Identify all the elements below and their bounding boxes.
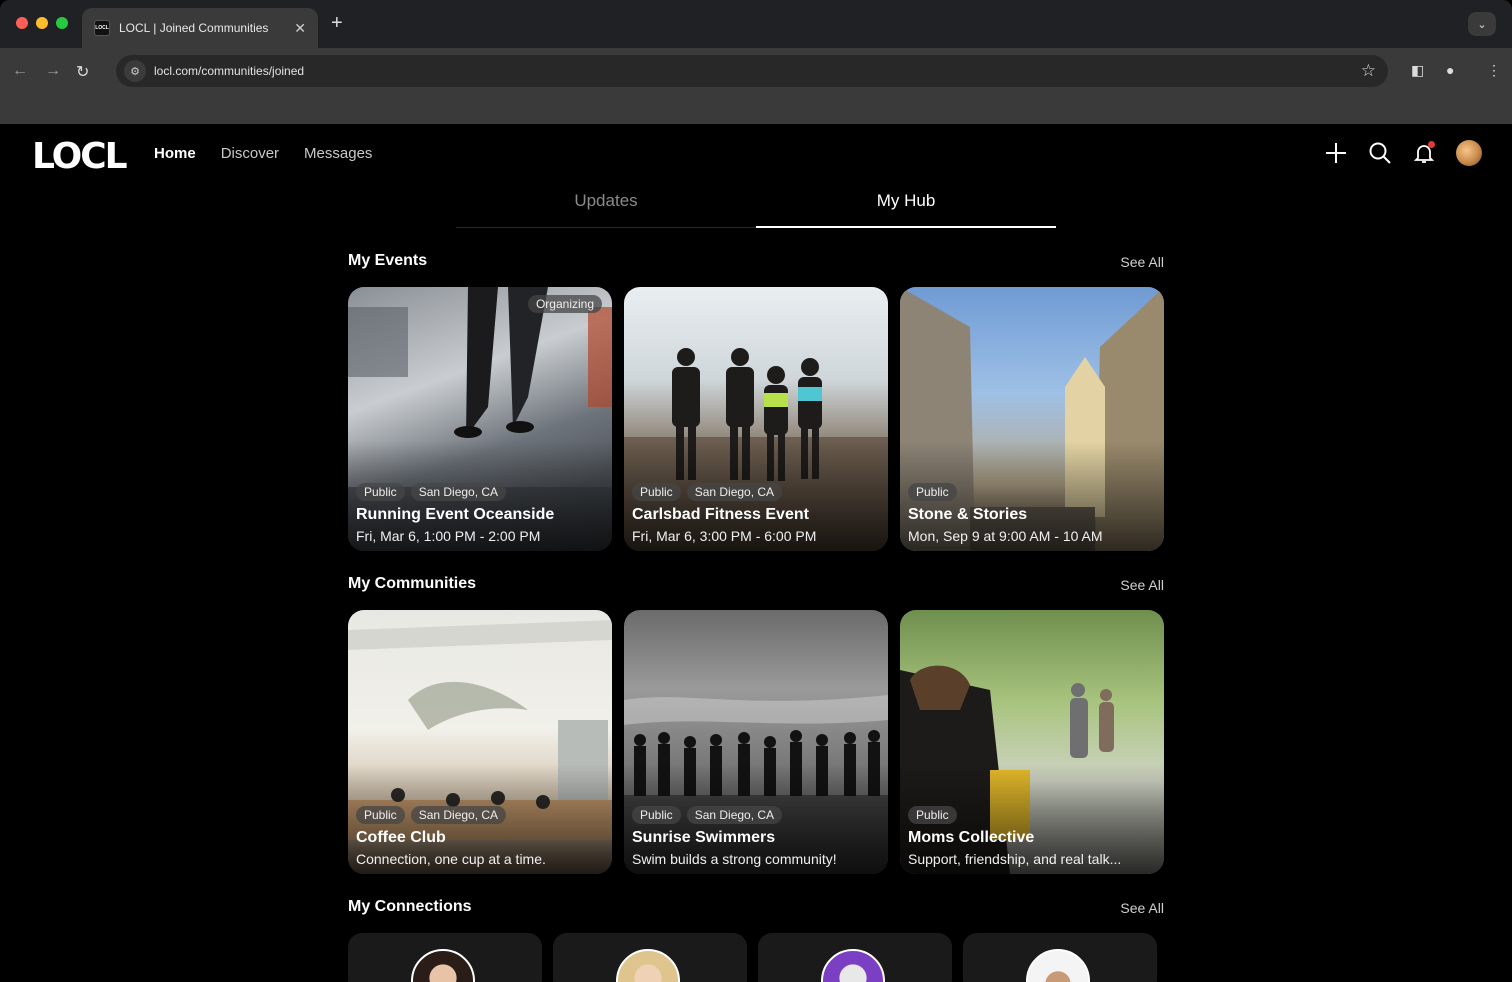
community-card[interactable]: Public Moms Collective Support, friendsh… xyxy=(900,610,1164,874)
favicon: LOCL xyxy=(94,20,110,36)
card-badges: Public San Diego, CA xyxy=(356,806,507,824)
main-nav: Home Discover Messages xyxy=(154,145,372,162)
organizing-badge: Organizing xyxy=(527,295,602,313)
site-settings-icon[interactable]: ⚙ xyxy=(124,60,146,82)
profile-icon[interactable]: ● xyxy=(1446,62,1454,78)
logo[interactable]: LOCL xyxy=(32,136,128,177)
connection-avatar xyxy=(1026,949,1090,982)
notification-dot xyxy=(1428,141,1435,148)
reload-icon[interactable]: ↻ xyxy=(76,62,89,82)
connections-section-title: My Connections xyxy=(348,898,472,915)
window-controls xyxy=(16,17,68,29)
connection-card[interactable] xyxy=(758,933,952,982)
close-window-button[interactable] xyxy=(16,17,28,29)
tab-strip: LOCL LOCL | Joined Communities ✕ + ⌄ xyxy=(0,0,1512,48)
location-badge: San Diego, CA xyxy=(410,806,507,824)
card-subtitle: Mon, Sep 9 at 9:00 AM - 10 AM xyxy=(908,528,1103,544)
tab-my-hub[interactable]: My Hub xyxy=(756,191,1056,211)
card-subtitle: Support, friendship, and real talk... xyxy=(908,851,1122,867)
browser-tab[interactable]: LOCL LOCL | Joined Communities ✕ xyxy=(82,8,318,48)
card-title: Stone & Stories xyxy=(908,506,1028,523)
new-tab-button[interactable]: + xyxy=(331,12,343,34)
card-badges: Public xyxy=(908,483,957,501)
card-badges: Public San Diego, CA xyxy=(356,483,507,501)
card-subtitle: Fri, Mar 6, 3:00 PM - 6:00 PM xyxy=(632,528,817,544)
forward-icon[interactable]: → xyxy=(45,62,61,80)
card-title: Sunrise Swimmers xyxy=(632,829,776,846)
address-bar[interactable]: ⚙ locl.com/communities/joined ☆ xyxy=(116,55,1388,87)
app-root: LOCL Home Discover Messages Updates My H… xyxy=(0,124,1512,982)
back-icon[interactable]: ← xyxy=(12,62,28,80)
card-subtitle: Connection, one cup at a time. xyxy=(356,851,546,867)
connection-card[interactable] xyxy=(963,933,1157,982)
hub-tabs: Updates My Hub xyxy=(456,182,1056,228)
card-badges: Public San Diego, CA xyxy=(632,806,783,824)
side-panel-icon[interactable]: ◧ xyxy=(1411,62,1424,79)
connections-see-all-link[interactable]: See All xyxy=(1120,900,1164,916)
tab-updates[interactable]: Updates xyxy=(456,191,756,211)
visibility-badge: Public xyxy=(632,806,681,824)
card-subtitle: Fri, Mar 6, 1:00 PM - 2:00 PM xyxy=(356,528,541,544)
communities-section-title: My Communities xyxy=(348,575,477,592)
close-tab-icon[interactable]: ✕ xyxy=(294,20,306,37)
events-see-all-link[interactable]: See All xyxy=(1120,254,1164,270)
community-card[interactable]: Public San Diego, CA Coffee Club Connect… xyxy=(348,610,612,874)
community-card[interactable]: Public San Diego, CA Sunrise Swimmers Sw… xyxy=(624,610,888,874)
event-card[interactable]: Public Stone & Stories Mon, Sep 9 at 9:0… xyxy=(900,287,1164,551)
location-badge: San Diego, CA xyxy=(686,806,783,824)
card-title: Moms Collective xyxy=(908,829,1035,846)
visibility-badge: Public xyxy=(356,806,405,824)
card-title: Running Event Oceanside xyxy=(356,506,555,523)
minimize-window-button[interactable] xyxy=(36,17,48,29)
bell-icon[interactable] xyxy=(1412,141,1436,165)
browser-toolbar: ← → ↻ ⚙ locl.com/communities/joined ☆ ◧ … xyxy=(0,48,1512,94)
connection-card[interactable] xyxy=(348,933,542,982)
card-title: Coffee Club xyxy=(356,829,446,846)
search-icon[interactable] xyxy=(1368,141,1392,165)
url-text[interactable]: locl.com/communities/joined xyxy=(154,64,1361,78)
connection-avatar xyxy=(821,949,885,982)
event-card[interactable]: Organizing Public San Diego, CA Running … xyxy=(348,287,612,551)
avatar[interactable] xyxy=(1456,140,1482,166)
connection-avatar xyxy=(411,949,475,982)
card-subtitle: Swim builds a strong community! xyxy=(632,851,837,867)
tab-title: LOCL | Joined Communities xyxy=(119,21,269,35)
header-actions xyxy=(1324,140,1482,166)
event-card[interactable]: Public San Diego, CA Carlsbad Fitness Ev… xyxy=(624,287,888,551)
connection-card[interactable] xyxy=(553,933,747,982)
events-section-title: My Events xyxy=(348,252,428,269)
browser-menu-icon[interactable]: ⋮ xyxy=(1487,62,1501,79)
active-tab-indicator xyxy=(756,226,1056,228)
connection-avatar xyxy=(616,949,680,982)
tab-search-button[interactable]: ⌄ xyxy=(1468,12,1496,36)
visibility-badge: Public xyxy=(356,483,405,501)
visibility-badge: Public xyxy=(632,483,681,501)
card-badges: Public San Diego, CA xyxy=(632,483,783,501)
nav-discover[interactable]: Discover xyxy=(221,145,279,162)
visibility-badge: Public xyxy=(908,806,957,824)
nav-messages[interactable]: Messages xyxy=(304,145,372,162)
plus-icon[interactable] xyxy=(1324,141,1348,165)
nav-home[interactable]: Home xyxy=(154,145,196,162)
maximize-window-button[interactable] xyxy=(56,17,68,29)
location-badge: San Diego, CA xyxy=(686,483,783,501)
location-badge: San Diego, CA xyxy=(410,483,507,501)
browser-window: LOCL LOCL | Joined Communities ✕ + ⌄ ← →… xyxy=(0,0,1512,124)
communities-see-all-link[interactable]: See All xyxy=(1120,577,1164,593)
card-title: Carlsbad Fitness Event xyxy=(632,506,809,523)
visibility-badge: Public xyxy=(908,483,957,501)
card-badges: Public xyxy=(908,806,957,824)
bookmark-star-icon[interactable]: ☆ xyxy=(1361,61,1376,81)
